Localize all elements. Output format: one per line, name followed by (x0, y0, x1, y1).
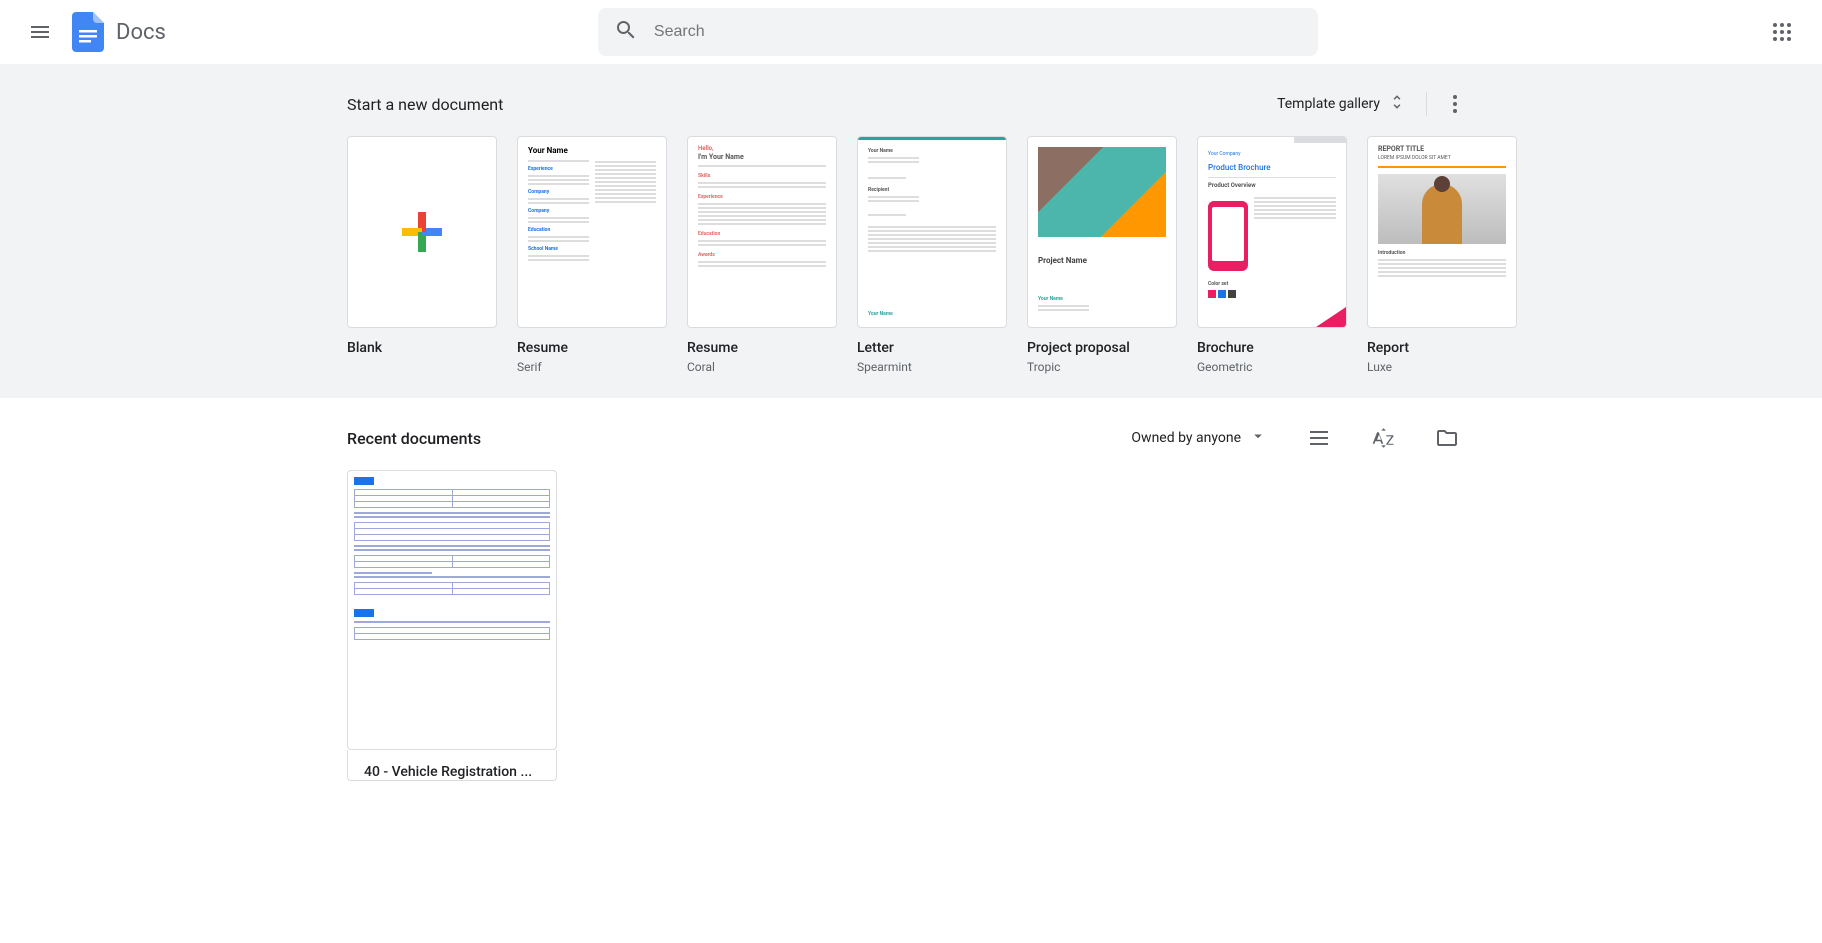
search-input[interactable] (654, 23, 1302, 41)
template-subtitle: Spearmint (857, 360, 1007, 374)
search-icon (614, 18, 638, 46)
template-section-title: Start a new document (347, 95, 503, 114)
dropdown-icon (1249, 427, 1267, 449)
recent-section-title: Recent documents (347, 429, 481, 448)
template-title: Report (1367, 340, 1517, 356)
template-subtitle: Serif (517, 360, 667, 374)
template-subtitle: Luxe (1367, 360, 1517, 374)
document-card[interactable]: 40 - Vehicle Registration ... (347, 470, 557, 781)
header: Docs (0, 0, 1822, 64)
template-header: Start a new document Template gallery (339, 80, 1483, 128)
recent-header: Recent documents Owned by anyone (339, 414, 1483, 462)
list-view-button[interactable] (1299, 418, 1339, 458)
list-view-icon (1307, 426, 1331, 450)
template-more-button[interactable] (1435, 84, 1475, 124)
recent-grid: 40 - Vehicle Registration ... (339, 462, 1483, 789)
template-letter-spearmint[interactable]: Your Name Recipient Your Name Letter Spe… (857, 136, 1007, 374)
template-subtitle: Geometric (1197, 360, 1347, 374)
recent-section: Recent documents Owned by anyone (0, 398, 1822, 805)
folder-icon (1435, 426, 1459, 450)
sort-az-icon (1371, 426, 1395, 450)
template-brochure-geometric[interactable]: Your Company Product Brochure Product Ov… (1197, 136, 1347, 374)
search-bar[interactable] (598, 8, 1318, 56)
search-container (166, 8, 1750, 56)
apps-grid-icon (1770, 20, 1794, 44)
template-gallery-button[interactable]: Template gallery (1265, 85, 1418, 123)
plus-icon (348, 137, 496, 327)
open-file-picker-button[interactable] (1427, 418, 1467, 458)
template-resume-coral[interactable]: Hello, I'm Your Name Skills Experience E… (687, 136, 837, 374)
template-title: Resume (517, 340, 667, 356)
template-blank[interactable]: Blank (347, 136, 497, 374)
template-report-luxe[interactable]: REPORT TITLE LOREM IPSUM DOLOR SIT AMET … (1367, 136, 1517, 374)
template-project-proposal-tropic[interactable]: Project Name Your Name Project proposal … (1027, 136, 1177, 374)
document-thumbnail (347, 470, 557, 750)
document-title: 40 - Vehicle Registration ... (364, 764, 540, 780)
template-gallery-label: Template gallery (1277, 96, 1380, 112)
template-title: Blank (347, 340, 497, 356)
template-subtitle: Coral (687, 360, 837, 374)
main-menu-button[interactable] (16, 8, 64, 56)
template-title: Brochure (1197, 340, 1347, 356)
template-row: Blank Your NameExperienceCompanyCompanyE… (339, 136, 1483, 374)
hamburger-icon (28, 20, 52, 44)
template-subtitle: Tropic (1027, 360, 1177, 374)
ownership-filter-button[interactable]: Owned by anyone (1123, 419, 1275, 457)
google-apps-button[interactable] (1758, 8, 1806, 56)
unfold-icon (1388, 93, 1406, 115)
app-logo[interactable]: Docs (68, 12, 166, 52)
template-section: Start a new document Template gallery (0, 64, 1822, 398)
more-vert-icon (1443, 92, 1467, 116)
sort-button[interactable] (1363, 418, 1403, 458)
ownership-filter-label: Owned by anyone (1131, 430, 1241, 446)
app-name: Docs (116, 20, 166, 45)
template-title: Resume (687, 340, 837, 356)
divider (1426, 92, 1427, 116)
template-title: Letter (857, 340, 1007, 356)
docs-logo-icon (68, 12, 108, 52)
template-resume-serif[interactable]: Your NameExperienceCompanyCompanyEducati… (517, 136, 667, 374)
template-title: Project proposal (1027, 340, 1177, 356)
